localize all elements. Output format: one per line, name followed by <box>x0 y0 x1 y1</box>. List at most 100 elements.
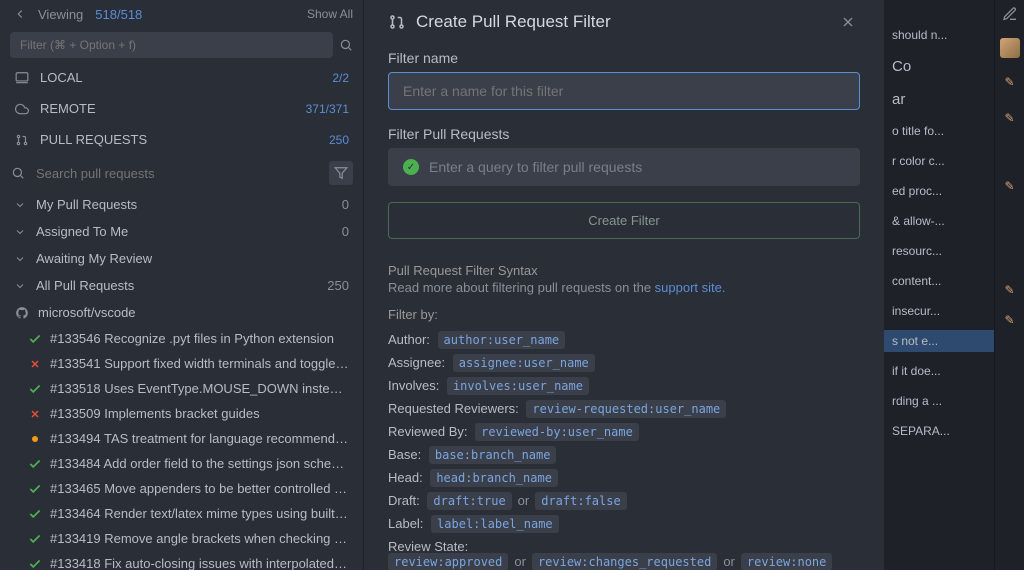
pr-group-row[interactable]: Assigned To Me 0 <box>0 218 363 245</box>
filter-input[interactable] <box>10 32 333 58</box>
section-count: 250 <box>329 133 349 147</box>
right-panel-item[interactable]: if it doe... <box>884 360 994 382</box>
syntax-chip: reviewed-by:user_name <box>475 423 639 441</box>
group-label: Awaiting My Review <box>36 251 152 266</box>
syntax-desc-text: Read more about filtering pull requests … <box>388 280 655 295</box>
syntax-label: Reviewed By: <box>388 424 467 439</box>
syntax-chip: label:label_name <box>431 515 559 533</box>
close-button[interactable] <box>836 10 860 34</box>
syntax-label: Draft: <box>388 493 420 508</box>
right-panel-item[interactable]: resourc... <box>884 240 994 262</box>
filter-name-input[interactable] <box>388 72 860 110</box>
pencil-icon[interactable]: ✎ <box>1000 72 1020 92</box>
right-panel-item[interactable]: ed proc... <box>884 180 994 202</box>
right-panel-item[interactable]: r color c... <box>884 150 994 172</box>
pencil-icon[interactable]: ✎ <box>1000 310 1020 330</box>
activity-bar: ✎ ✎ ✎ ✎ ✎ <box>994 0 1024 570</box>
syntax-chip: review:approved <box>388 553 508 570</box>
right-panel-item[interactable]: content... <box>884 270 994 292</box>
syntax-row: Head: head:branch_name <box>388 470 860 485</box>
pr-item[interactable]: #133509 Implements bracket guides <box>0 401 363 426</box>
pr-item[interactable]: #133465 Move appenders to be better cont… <box>0 476 363 501</box>
syntax-chip: involves:user_name <box>447 377 589 395</box>
syntax-row: Review State: review:approved or review:ch… <box>388 539 860 569</box>
right-panel-item[interactable]: should n... <box>884 24 994 46</box>
syntax-chip: base:branch_name <box>429 446 557 464</box>
right-panel-item[interactable]: Co <box>884 54 994 79</box>
status-success-icon <box>28 482 42 496</box>
section-remote[interactable]: REMOTE 371/371 <box>0 93 363 124</box>
right-panel-item[interactable]: & allow-... <box>884 210 994 232</box>
pr-group-row[interactable]: My Pull Requests 0 <box>0 191 363 218</box>
pencil-icon[interactable]: ✎ <box>1000 108 1020 128</box>
group-count: 250 <box>327 278 349 293</box>
avatar[interactable] <box>1000 38 1020 58</box>
pencil-icon[interactable]: ✎ <box>1000 176 1020 196</box>
check-icon: ✓ <box>403 159 419 175</box>
repo-row[interactable]: microsoft/vscode <box>0 299 363 326</box>
section-label: LOCAL <box>40 70 83 85</box>
right-panel-item[interactable]: insecur... <box>884 300 994 322</box>
pr-item[interactable]: #133419 Remove angle brackets when check… <box>0 526 363 551</box>
syntax-chip: draft:true <box>427 492 511 510</box>
filter-query-input[interactable]: ✓ Enter a query to filter pull requests <box>388 148 860 186</box>
pr-title: #133419 Remove angle brackets when check… <box>50 531 349 546</box>
pr-title: #133464 Render text/latex mime types usi… <box>50 506 349 521</box>
section-pull-requests[interactable]: PULL REQUESTS 250 <box>0 124 363 155</box>
pr-item[interactable]: #133418 Fix auto-closing issues with int… <box>0 551 363 570</box>
group-count: 0 <box>342 224 349 239</box>
right-panel-item[interactable]: s not e... <box>884 330 994 352</box>
syntax-label: Base: <box>388 447 421 462</box>
syntax-row: Involves: involves:user_name <box>388 378 860 393</box>
pr-item[interactable]: #133541 Support fixed width terminals an… <box>0 351 363 376</box>
syntax-row: Reviewed By: reviewed-by:user_name <box>388 424 860 439</box>
section-local[interactable]: LOCAL 2/2 <box>0 62 363 93</box>
syntax-title: Pull Request Filter Syntax <box>388 263 860 278</box>
syntax-label: Requested Reviewers: <box>388 401 519 416</box>
pr-search-input[interactable] <box>36 166 319 181</box>
right-panel-item[interactable]: ar <box>884 87 994 112</box>
edit-icon[interactable] <box>1000 4 1020 24</box>
status-success-icon <box>28 532 42 546</box>
syntax-label: Head: <box>388 470 423 485</box>
or-text: or <box>518 493 530 508</box>
pencil-icon[interactable]: ✎ <box>1000 280 1020 300</box>
filter-query-label: Filter Pull Requests <box>388 126 860 142</box>
back-button[interactable] <box>10 4 30 24</box>
syntax-chip: review:changes_requested <box>532 553 717 570</box>
create-filter-button[interactable]: Create Filter <box>388 202 860 239</box>
pr-group-row[interactable]: All Pull Requests 250 <box>0 272 363 299</box>
chevron-down-icon <box>14 280 28 292</box>
pr-item[interactable]: #133494 TAS treatment for language recom… <box>0 426 363 451</box>
chevron-down-icon <box>14 253 28 265</box>
pr-title: #133541 Support fixed width terminals an… <box>50 356 349 371</box>
pr-item[interactable]: #133518 Uses EventType.MOUSE_DOWN instea… <box>0 376 363 401</box>
syntax-label: Label: <box>388 516 423 531</box>
repo-name: microsoft/vscode <box>38 305 136 320</box>
support-site-link[interactable]: support site. <box>655 280 726 295</box>
pr-title: #133518 Uses EventType.MOUSE_DOWN instea… <box>50 381 349 396</box>
main-area: Create Pull Request Filter Filter name F… <box>364 0 884 570</box>
filter-settings-button[interactable] <box>329 161 353 185</box>
right-panel-item[interactable]: rding a ... <box>884 390 994 412</box>
pr-item[interactable]: #133546 Recognize .pyt files in Python e… <box>0 326 363 351</box>
pr-item[interactable]: #133464 Render text/latex mime types usi… <box>0 501 363 526</box>
right-panel-item[interactable]: o title fo... <box>884 120 994 142</box>
show-all-link[interactable]: Show All <box>307 7 353 21</box>
group-label: Assigned To Me <box>36 224 128 239</box>
section-count: 2/2 <box>332 71 349 85</box>
syntax-chip: review:none <box>741 553 832 570</box>
pr-group-row[interactable]: Awaiting My Review <box>0 245 363 272</box>
pr-item[interactable]: #133484 Add order field to the settings … <box>0 451 363 476</box>
syntax-label: Author: <box>388 332 430 347</box>
or-text: or <box>514 554 526 569</box>
pr-title: #133418 Fix auto-closing issues with int… <box>50 556 349 570</box>
right-panel-item[interactable]: SEPARA... <box>884 420 994 442</box>
section-count: 371/371 <box>306 102 349 116</box>
filter-by-label: Filter by: <box>388 307 860 322</box>
pr-title: #133494 TAS treatment for language recom… <box>50 431 349 446</box>
search-icon[interactable] <box>339 38 353 52</box>
syntax-label: Review State: <box>388 539 468 554</box>
syntax-row: Draft: draft:trueordraft:false <box>388 493 860 508</box>
syntax-chip: head:branch_name <box>430 469 558 487</box>
